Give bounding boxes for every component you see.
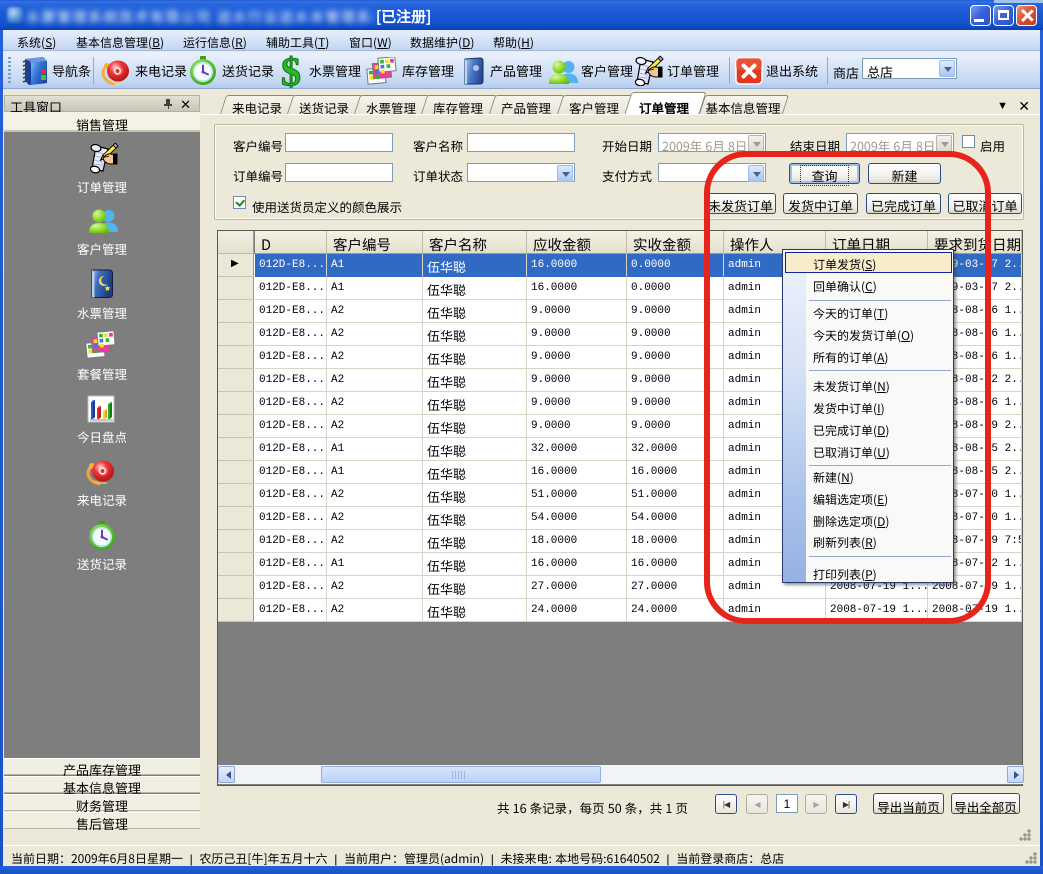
svg-text:$: $ [281, 54, 301, 88]
